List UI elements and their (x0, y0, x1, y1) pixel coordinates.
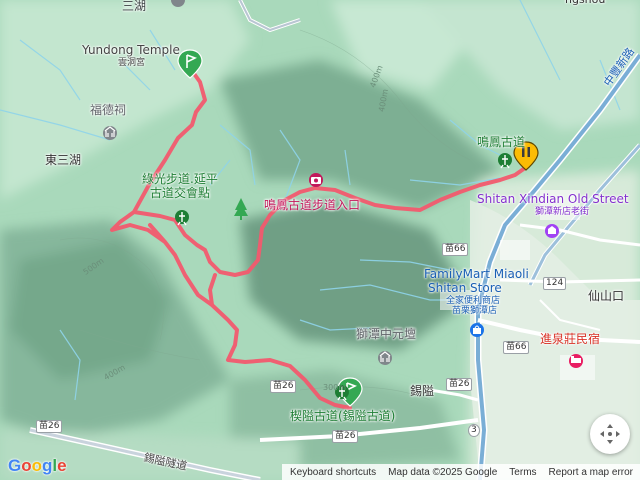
google-logo: Google (8, 456, 67, 475)
poi-name: FamilyMart Miaoli (424, 267, 529, 281)
poi-subname: 全家便利商店 (446, 295, 501, 306)
poi-name-line2: 古道交會點 (150, 185, 211, 200)
poi-label-yundong-temple[interactable]: Yundong Temple 雲洞宮 (82, 43, 180, 68)
hotel-icon[interactable] (569, 354, 583, 368)
place-label: 三湖 (122, 0, 147, 13)
poi-label-zhongyuan-altar[interactable]: 獅潭中元壇 (356, 327, 416, 342)
poi-label-familymart[interactable]: FamilyMart Miaoli Shitan Store 全家便利商店 苗栗… (424, 267, 529, 316)
road-shield: 3 (468, 424, 480, 437)
road-shield: 124 (543, 277, 567, 290)
poi-name-line2: Shitan Store (428, 280, 502, 295)
road-shield: 苗26 (36, 420, 63, 433)
move-arrows-icon (600, 424, 620, 444)
poi-name: 綠光步道.延平 (142, 172, 218, 186)
shopping-bag-icon[interactable] (470, 323, 484, 337)
map-canvas[interactable] (0, 0, 640, 480)
place-label-top-right: ngshou (565, 0, 605, 7)
temple-icon[interactable] (103, 126, 117, 140)
landmark-icon[interactable] (545, 224, 559, 238)
poi-label-mingfeng-trail[interactable]: 鳴鳳古道 (477, 135, 525, 150)
poi-label-mingfeng-entrance[interactable]: 鳴鳳古道步道入口 (264, 198, 360, 213)
poi-name: Yundong Temple (82, 43, 180, 57)
poi-label-fude-temple[interactable]: 福德祠 (90, 103, 126, 118)
poi-subname: 雲洞宮 (118, 57, 146, 68)
place-label-xianshankou: 仙山口 (588, 289, 625, 303)
poi-label-jinquan-minsu[interactable]: 進泉莊民宿 (540, 332, 600, 347)
report-map-error-link[interactable]: Report a map error (549, 467, 633, 478)
road-shield: 苗26 (446, 378, 473, 391)
road-shield: 苗26 (332, 430, 359, 443)
poi-subname: 獅潭新店老街 (535, 206, 590, 217)
road-shield: 苗26 (270, 380, 297, 393)
attribution-bar: Keyboard shortcuts Map data ©2025 Google… (282, 464, 640, 480)
poi-subname-line2: 苗栗獅潭店 (452, 305, 498, 316)
poi-name: Shitan Xindian Old Street (477, 192, 629, 206)
road-shield: 苗66 (503, 341, 530, 354)
poi-label-xindian-old-street[interactable]: Shitan Xindian Old Street 獅潭新店老街 (477, 192, 629, 217)
pan-control-button[interactable] (590, 414, 630, 454)
poi-label-trail-junction[interactable]: 綠光步道.延平 古道交會點 (142, 172, 218, 201)
temple-icon[interactable] (378, 351, 392, 365)
map-data-attribution: Map data ©2025 Google (388, 466, 498, 478)
place-label-dong-san-hu: 東三湖 (45, 153, 82, 167)
terms-link[interactable]: Terms (509, 467, 536, 478)
road-shield: 苗66 (442, 243, 469, 256)
keyboard-shortcuts-link[interactable]: Keyboard shortcuts (290, 467, 376, 478)
camera-icon[interactable] (309, 173, 323, 187)
place-label-xilong: 錫隘 (410, 384, 435, 398)
contour-label: 300m (323, 383, 347, 392)
poi-label-xilong-trail[interactable]: 楔隘古道(錫隘古道) (290, 409, 395, 424)
